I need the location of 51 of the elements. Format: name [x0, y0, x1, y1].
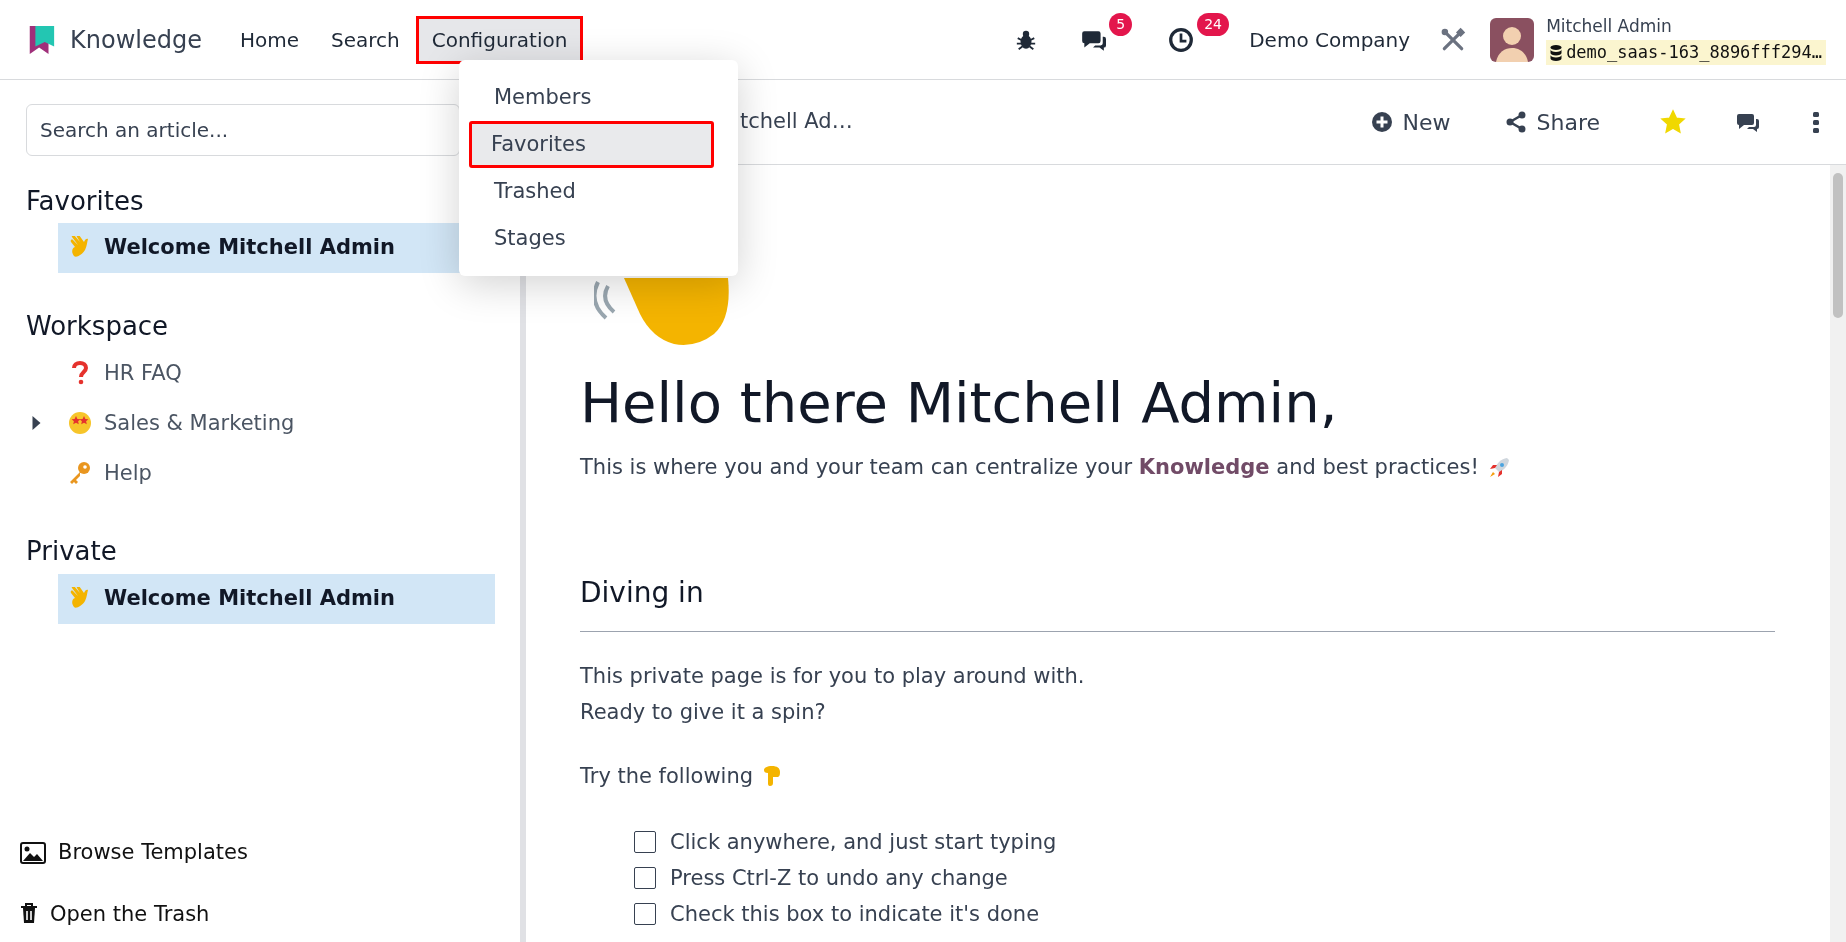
- database-name: demo_saas-163_8896fff294…: [1566, 40, 1822, 64]
- section-heading: Diving in: [580, 575, 705, 610]
- image-icon: [20, 841, 46, 864]
- intro-text: This is where you and your team can centralize your Knowledge and best practices!: [580, 454, 1479, 482]
- article-item[interactable]: Help: [58, 448, 495, 499]
- user-name[interactable]: Mitchell Admin: [1546, 14, 1826, 40]
- checkbox[interactable]: [634, 867, 656, 890]
- menu-item[interactable]: Favorites: [469, 121, 714, 168]
- menu-item[interactable]: Home: [223, 15, 315, 64]
- caret-icon[interactable]: [32, 416, 41, 431]
- avatar-icon[interactable]: [1490, 17, 1535, 62]
- count-badge: 24: [1197, 12, 1229, 36]
- menu-item[interactable]: Configuration: [415, 15, 584, 64]
- share-icon: [1504, 111, 1527, 133]
- article-title: Hello there Mitchell Admin,: [580, 369, 1339, 437]
- article-item[interactable]: Welcome Mitchell Admin: [58, 573, 495, 624]
- star-eyes-icon: [68, 411, 92, 436]
- search-field[interactable]: Search an article...: [26, 104, 460, 156]
- checkbox[interactable]: [634, 831, 656, 854]
- breadcrumb-title[interactable]: tchell Ad…: [740, 106, 853, 138]
- share-button[interactable]: Share: [1498, 104, 1606, 140]
- menu-item[interactable]: Search: [315, 15, 416, 64]
- menu-item[interactable]: Trashed: [459, 168, 738, 215]
- paragraph-text: Try the following: [580, 763, 754, 791]
- checkbox[interactable]: [634, 903, 656, 926]
- checklist-text: Press Ctrl-Z to undo any change: [670, 864, 1008, 892]
- tools-icon[interactable]: [1440, 26, 1467, 53]
- database-icon: [1550, 43, 1563, 61]
- section-heading: Private: [26, 536, 118, 568]
- trash-icon: [20, 903, 38, 926]
- article-item[interactable]: HR FAQ: [58, 348, 495, 399]
- paragraph-text: This private page is for you to play around with.: [580, 663, 1086, 691]
- company-switcher[interactable]: Demo Company: [1249, 24, 1411, 55]
- app-name[interactable]: Knowledge: [70, 21, 202, 58]
- new-button[interactable]: New: [1364, 104, 1457, 140]
- star-icon[interactable]: [1660, 109, 1686, 135]
- plus-icon: [1370, 111, 1393, 133]
- section-heading: Workspace: [26, 311, 170, 343]
- checklist-text: Click anywhere, and just start typing: [670, 828, 1057, 856]
- scrollbar-thumb[interactable]: [1833, 173, 1843, 318]
- count-badge: 5: [1109, 12, 1133, 36]
- menu-item[interactable]: Members: [459, 74, 738, 121]
- more-icon[interactable]: [1812, 111, 1820, 133]
- sidebar-link[interactable]: Open the Trash: [20, 898, 520, 930]
- checklist-text: Check this box to indicate it's done: [670, 900, 1040, 928]
- clock-icon[interactable]: [1167, 26, 1196, 53]
- key-icon: [68, 461, 92, 486]
- waving-hand-icon: [594, 278, 730, 345]
- paragraph-text: Ready to give it a spin?: [580, 699, 827, 727]
- sidebar-link[interactable]: Browse Templates: [20, 837, 520, 869]
- article-item[interactable]: Sales & Marketing: [58, 398, 495, 449]
